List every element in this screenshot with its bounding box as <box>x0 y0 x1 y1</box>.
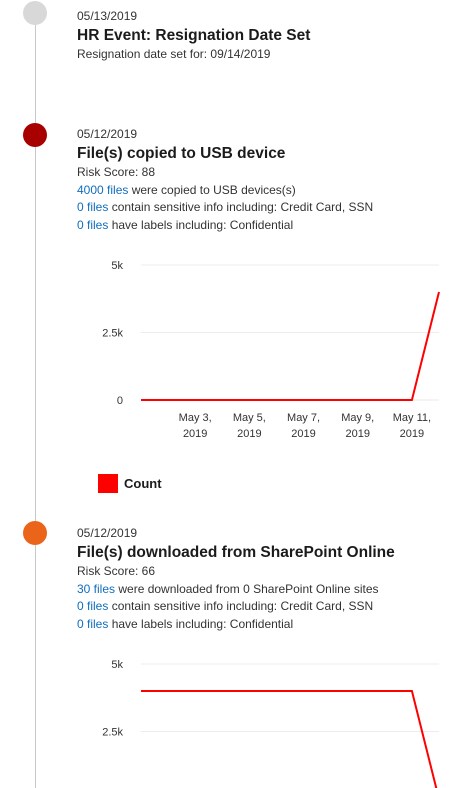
x-tick-label: May 11, <box>393 412 431 424</box>
event-status-dot <box>23 123 47 147</box>
x-tick-label: 2019 <box>291 428 315 440</box>
sharepoint-count-chart-svg: 5k 2.5k <box>102 659 439 788</box>
files-downloaded-line: 30 files were downloaded from 0 SharePoi… <box>77 581 462 599</box>
x-tick-label: 2019 <box>237 428 261 440</box>
files-downloaded-text: were downloaded from 0 SharePoint Online… <box>115 581 379 596</box>
event-status-dot <box>23 1 47 25</box>
event-status-dot <box>23 521 47 545</box>
files-copied-text: were copied to USB devices(s) <box>128 182 296 197</box>
timeline-event-hr: 05/13/2019 HR Event: Resignation Date Se… <box>77 8 462 64</box>
chart-legend[interactable]: Count <box>98 474 162 493</box>
sensitive-info-line: 0 files contain sensitive info including… <box>77 199 462 217</box>
event-date: 05/12/2019 <box>77 526 138 540</box>
x-tick-label: May 5, <box>233 412 266 424</box>
x-tick-label: May 7, <box>287 412 320 424</box>
labeled-files-link[interactable]: 0 files <box>77 218 108 232</box>
files-downloaded-link[interactable]: 30 files <box>77 582 115 596</box>
series-line <box>141 690 438 788</box>
usb-count-chart-svg: 5k 2.5k 0 May 3, 2019 May 5, 2019 May 7, 2019 May… <box>102 260 440 440</box>
event-date: 05/12/2019 <box>77 127 138 141</box>
sensitive-info-text: contain sensitive info including: Credit… <box>108 599 374 613</box>
x-tick-label: 2019 <box>345 428 369 440</box>
y-tick-label: 5k <box>111 260 123 272</box>
y-tick-label: 2.5k <box>102 727 123 739</box>
timeline-event-sharepoint: 05/12/2019 File(s) downloaded from Share… <box>77 525 462 633</box>
labels-text: have labels including: Confidential <box>108 616 294 631</box>
labels-line: 0 files have labels including: Confident… <box>77 616 462 634</box>
timeline-event-usb: 05/12/2019 File(s) copied to USB device … <box>77 126 462 234</box>
files-copied-line: 4000 files were copied to USB devices(s) <box>77 182 462 200</box>
legend-label: Count <box>124 476 162 491</box>
sensitive-files-link[interactable]: 0 files <box>77 599 108 613</box>
sensitive-info-line: 0 files contain sensitive info including… <box>77 598 462 616</box>
labels-line: 0 files have labels including: Confident… <box>77 217 462 235</box>
sensitive-info-text: contain sensitive info including: Credit… <box>108 200 374 214</box>
event-title: File(s) downloaded from SharePoint Onlin… <box>77 544 395 561</box>
labeled-files-link[interactable]: 0 files <box>77 617 108 631</box>
x-tick-label: 2019 <box>400 428 424 440</box>
series-line <box>141 291 440 401</box>
usb-count-chart: 5k 2.5k 0 May 3, 2019 May 5, 2019 May 7, 2019 May… <box>77 256 452 461</box>
legend-swatch <box>98 474 118 493</box>
event-date: 05/13/2019 <box>77 9 138 23</box>
event-title: File(s) copied to USB device <box>77 145 286 162</box>
labels-text: have labels including: Confidential <box>108 217 294 232</box>
y-tick-label: 0 <box>117 395 123 407</box>
x-tick-label: May 9, <box>341 412 374 424</box>
event-detail: Resignation date set for: 09/14/2019 <box>77 47 271 61</box>
sensitive-files-link[interactable]: 0 files <box>77 200 108 214</box>
event-title: HR Event: Resignation Date Set <box>77 27 311 44</box>
x-tick-label: 2019 <box>183 428 207 440</box>
risk-score: Risk Score: 66 <box>77 564 156 578</box>
y-tick-label: 2.5k <box>102 328 123 340</box>
y-tick-label: 5k <box>111 659 123 671</box>
x-tick-label: May 3, <box>179 412 212 424</box>
risk-score: Risk Score: 88 <box>77 165 156 179</box>
sharepoint-count-chart: 5k 2.5k <box>77 655 452 788</box>
files-copied-link[interactable]: 4000 files <box>77 183 128 197</box>
